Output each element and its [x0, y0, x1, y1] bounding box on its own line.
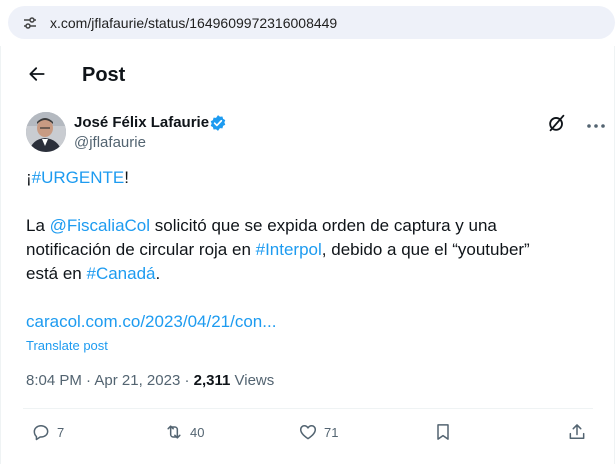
mention-fiscaliacol[interactable]: @FiscaliaCol [50, 216, 150, 235]
views-count: 2,311 [193, 372, 231, 389]
grok-icon[interactable] [546, 112, 568, 134]
text-fragment: ! [124, 168, 129, 187]
like-count: 71 [324, 424, 339, 440]
share-icon [569, 424, 585, 439]
text-fragment: notificación de circular roja en [26, 240, 256, 259]
repost-count: 40 [190, 424, 205, 440]
reply-count: 7 [57, 424, 65, 440]
post-metadata: 8:04 PM · Apr 21, 2023 · 2,311 Views [26, 372, 274, 389]
heart-icon [299, 425, 317, 440]
hashtag-interpol[interactable]: #Interpol [256, 240, 322, 259]
bookmark-icon [437, 424, 449, 440]
translate-post-link[interactable]: Translate post [26, 338, 108, 353]
tweet-line-2: La @FiscaliaCol solicitó que se expida o… [26, 214, 591, 238]
text-fragment: está en [26, 264, 87, 283]
reply-button[interactable]: 7 [31, 422, 64, 442]
external-link[interactable]: caracol.com.co/2023/04/21/con... [26, 312, 276, 332]
author-name[interactable]: José Félix Lafaurie [74, 114, 209, 131]
reply-icon [33, 425, 49, 441]
more-options-icon[interactable] [585, 116, 607, 136]
paragraph-break [26, 190, 591, 214]
address-bar[interactable]: x.com/jflafaurie/status/1649609972316008… [8, 6, 615, 39]
verified-badge-icon [209, 114, 227, 132]
divider [23, 408, 593, 409]
separator: · [81, 372, 95, 389]
bookmark-button[interactable] [433, 422, 453, 442]
like-button[interactable]: 71 [298, 422, 338, 442]
text-fragment: solicitó que se expida orden de captura … [150, 216, 497, 235]
text-fragment: . [155, 264, 161, 283]
back-button[interactable] [23, 60, 51, 88]
hashtag-urgente[interactable]: #URGENTE [32, 168, 125, 187]
share-button[interactable] [567, 422, 587, 442]
post-date[interactable]: Apr 21, 2023 [94, 372, 180, 389]
avatar[interactable] [26, 112, 66, 152]
site-settings-icon[interactable] [22, 15, 38, 31]
views-label: Views [230, 372, 275, 389]
post-time[interactable]: 8:04 PM [26, 372, 82, 389]
tweet-line-4: está en #Canadá. [26, 262, 591, 286]
author-handle[interactable]: @jflafaurie [74, 134, 146, 151]
back-arrow-icon [29, 67, 45, 81]
url-text[interactable]: x.com/jflafaurie/status/1649609972316008… [50, 15, 337, 31]
tweet-line-3: notificación de circular roja en #Interp… [26, 238, 591, 262]
post-page: Post José Félix Lafaurie @jflafaurie ¡#U… [0, 46, 615, 464]
text-fragment: La [26, 216, 50, 235]
hashtag-canada[interactable]: #Canadá [87, 264, 156, 283]
action-bar: 7 40 71 [1, 416, 614, 452]
separator: · [180, 372, 194, 389]
text-fragment: , debido a que el “youtuber” [321, 240, 530, 259]
tweet-line-1: ¡#URGENTE! [26, 166, 591, 190]
page-title: Post [82, 64, 126, 86]
tweet-text: ¡#URGENTE! La @FiscaliaCol solicitó que … [26, 166, 591, 286]
repost-icon [167, 425, 181, 439]
repost-button[interactable]: 40 [164, 422, 204, 442]
post-header: Post [1, 46, 614, 102]
